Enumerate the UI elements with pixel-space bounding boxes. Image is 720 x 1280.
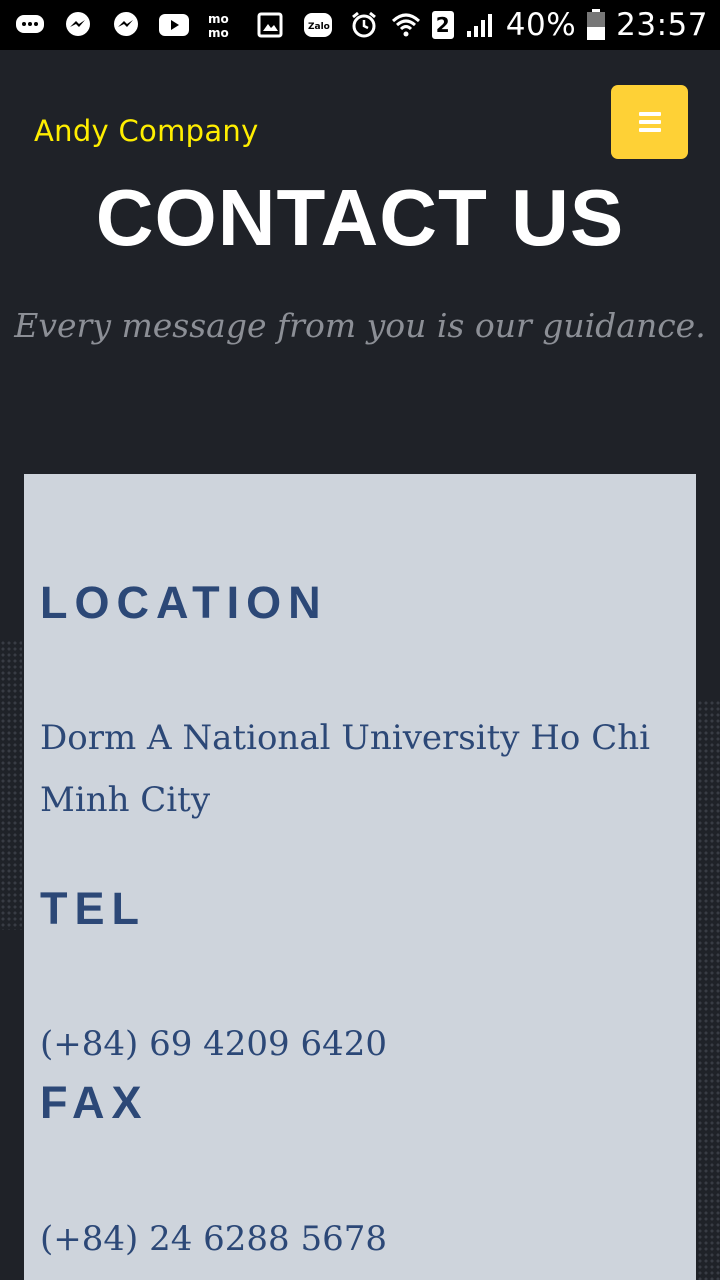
battery-percent: 40% (505, 7, 577, 43)
signal-icon (464, 9, 496, 41)
clock: 23:57 (616, 7, 708, 43)
page-subtitle: Every message from you is our guidance. (14, 306, 706, 345)
fax-text: (+84) 24 6288 5678 (40, 1219, 388, 1259)
location-text: Dorm A National University Ho Chi Minh C… (40, 718, 650, 820)
messenger-icon (110, 9, 142, 41)
location-heading: LOCATION (40, 577, 328, 628)
page-header: Andy Company CONTACT US Every message fr… (0, 50, 720, 474)
messenger-icon (62, 9, 94, 41)
tel-heading: TEL (40, 883, 146, 934)
world-map-dots (697, 700, 720, 1280)
hamburger-icon (638, 112, 661, 132)
wifi-icon (390, 9, 422, 41)
battery-icon (586, 9, 606, 41)
gallery-icon (254, 9, 286, 41)
notification-icons: mo mo Zalo (14, 9, 334, 41)
page-title: CONTACT US (95, 173, 625, 262)
system-icons: 2 40% 23:57 (348, 7, 708, 43)
tel-text[interactable]: (+84) 69 4209 6420 (40, 1013, 660, 1075)
svg-text:mo: mo (208, 12, 229, 26)
menu-button[interactable] (611, 85, 688, 159)
svg-text:mo: mo (208, 26, 229, 39)
messages-icon (14, 9, 46, 41)
svg-text:Zalo: Zalo (308, 22, 330, 32)
youtube-icon (158, 9, 190, 41)
alarm-icon (348, 9, 380, 41)
world-map-dots (0, 640, 22, 930)
momo-icon: mo mo (206, 9, 238, 41)
zalo-icon: Zalo (302, 9, 334, 41)
brand-link[interactable]: Andy Company (34, 114, 259, 148)
sim-icon: 2 (431, 11, 454, 39)
fax-heading: FAX (40, 1077, 149, 1128)
contact-card: LOCATION Dorm A National University Ho C… (24, 474, 696, 1280)
status-bar: mo mo Zalo 2 40% 23:57 (0, 0, 720, 50)
